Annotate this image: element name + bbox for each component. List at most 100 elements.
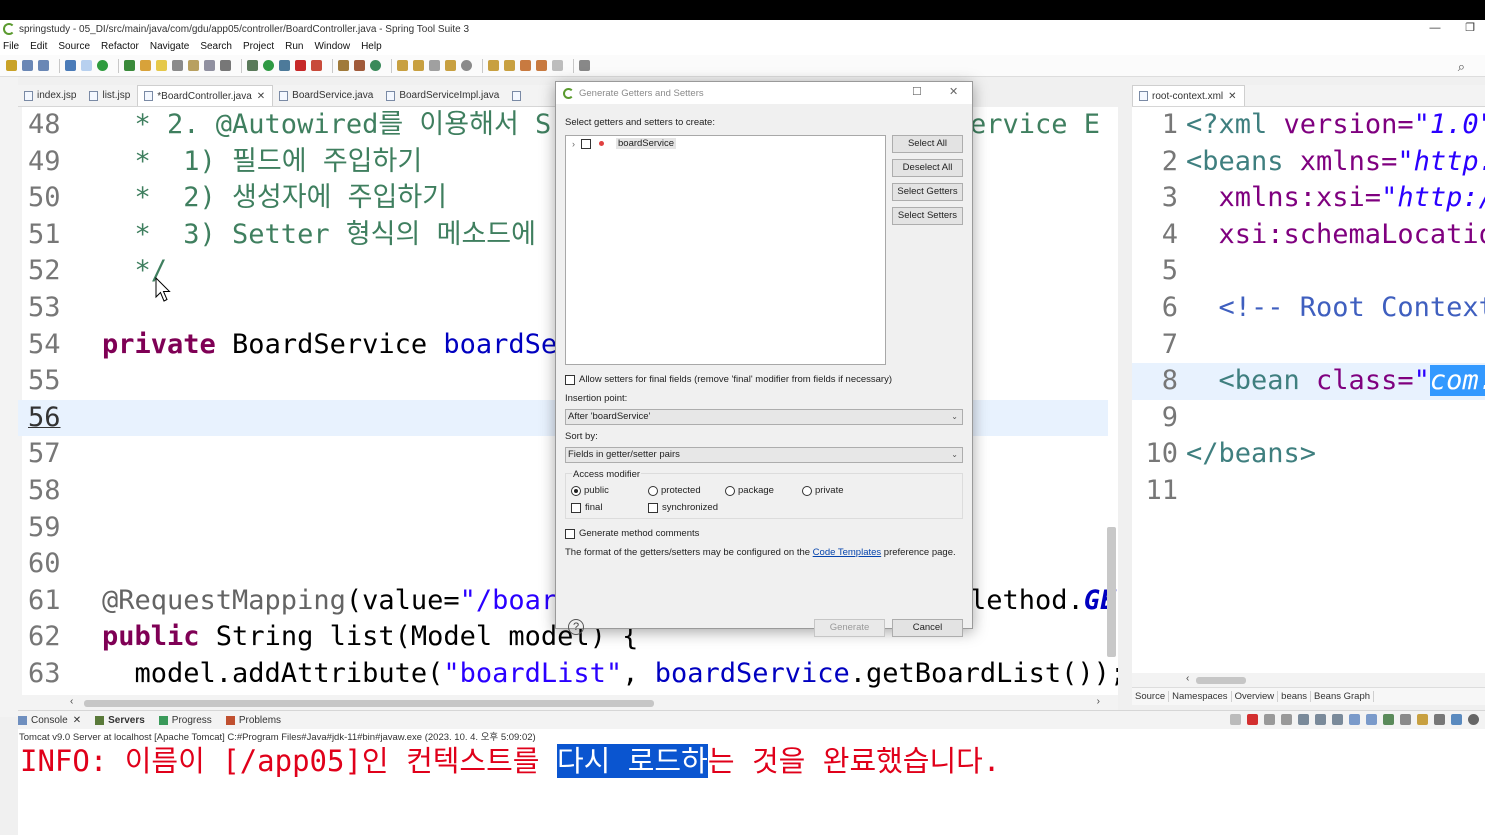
pin-icon[interactable] xyxy=(1230,714,1241,725)
back-icon[interactable] xyxy=(536,60,547,71)
pen-icon[interactable] xyxy=(429,60,440,71)
tab-board-service-impl[interactable]: BoardServiceImpl.java xyxy=(380,85,506,106)
final-option[interactable]: final xyxy=(571,502,602,513)
maximize-icon[interactable]: ☐ xyxy=(912,85,922,98)
radio-button[interactable] xyxy=(802,485,812,496)
tab-root-context-xml[interactable]: root-context.xml ✕ xyxy=(1132,85,1245,106)
synchronized-option[interactable]: synchronized xyxy=(648,502,718,513)
help-icon[interactable]: ? xyxy=(568,619,584,635)
spring-boot-icon[interactable] xyxy=(97,60,108,71)
generate-button[interactable]: Generate xyxy=(814,619,885,637)
new-class-icon[interactable] xyxy=(370,60,381,71)
cancel-button[interactable]: Cancel xyxy=(892,619,963,637)
scroll-right-icon[interactable]: › xyxy=(1097,696,1100,707)
remove-launch-icon[interactable] xyxy=(1264,714,1275,725)
debug-icon[interactable] xyxy=(247,60,258,71)
restore-button[interactable]: ❐ xyxy=(1455,20,1485,38)
radio-button[interactable] xyxy=(725,485,735,496)
scroll-left-icon[interactable]: ‹ xyxy=(70,696,73,707)
radio-button[interactable] xyxy=(571,485,581,496)
tab-overview[interactable]: Overview xyxy=(1232,691,1279,702)
menu-source[interactable]: Source xyxy=(58,41,90,52)
tab-beans[interactable]: beans xyxy=(1278,691,1312,702)
menu-help[interactable]: Help xyxy=(361,41,382,52)
pin-editor-icon[interactable] xyxy=(579,60,590,71)
allow-final-checkbox[interactable] xyxy=(565,374,575,385)
tab-console[interactable]: Console ✕ xyxy=(18,715,81,726)
tab-source[interactable]: Source xyxy=(1132,691,1170,702)
search-folder-icon[interactable] xyxy=(445,60,456,71)
tab-namespaces[interactable]: Namespaces xyxy=(1169,691,1232,702)
maximize-view-icon[interactable] xyxy=(1451,714,1462,725)
tree-item-board-service[interactable]: › boardService xyxy=(572,138,676,149)
xml-horizontal-scrollbar[interactable]: ‹ xyxy=(1132,673,1485,687)
fields-tree[interactable]: › boardService xyxy=(565,135,886,365)
select-getters-button[interactable]: Select Getters xyxy=(892,183,963,201)
final-checkbox[interactable] xyxy=(571,502,581,513)
coverage-icon[interactable] xyxy=(279,60,290,71)
close-icon[interactable]: ✕ xyxy=(949,85,958,98)
tab-board-service[interactable]: BoardService.java xyxy=(273,85,380,106)
generate-comments-option[interactable]: Generate method comments xyxy=(565,528,699,539)
last-edit-icon[interactable] xyxy=(520,60,531,71)
close-icon[interactable]: ✕ xyxy=(73,715,81,726)
generate-comments-checkbox[interactable] xyxy=(565,528,575,539)
class-icon[interactable] xyxy=(354,60,365,71)
menu-refactor[interactable]: Refactor xyxy=(101,41,139,52)
stop-icon[interactable] xyxy=(295,60,306,71)
forward-icon[interactable] xyxy=(552,60,563,71)
menu-navigate[interactable]: Navigate xyxy=(150,41,189,52)
remove-all-icon[interactable] xyxy=(1281,714,1292,725)
gear-icon[interactable] xyxy=(1468,714,1479,725)
highlight-icon[interactable] xyxy=(156,60,167,71)
minimize-view-icon[interactable] xyxy=(1434,714,1445,725)
tab-list-jsp[interactable]: list.jsp xyxy=(83,85,137,106)
word-wrap-icon[interactable] xyxy=(1332,714,1343,725)
link-icon[interactable] xyxy=(172,60,183,71)
radio-package[interactable]: package xyxy=(725,485,774,496)
menu-run[interactable]: Run xyxy=(285,41,303,52)
sort-by-select[interactable]: Fields in getter/setter pairs ⌄ xyxy=(565,447,963,463)
search-icon[interactable]: ⌕ xyxy=(1458,59,1465,75)
refresh-icon[interactable] xyxy=(124,60,135,71)
radio-protected[interactable]: protected xyxy=(648,485,701,496)
close-icon[interactable]: ✕ xyxy=(257,91,265,102)
scroll-thumb[interactable] xyxy=(1196,677,1246,684)
show-stdout-icon[interactable] xyxy=(1349,714,1360,725)
field-checkbox[interactable] xyxy=(581,138,591,149)
tab-overflow[interactable] xyxy=(506,85,532,106)
paragraph-icon[interactable] xyxy=(220,60,231,71)
run-icon[interactable] xyxy=(263,60,274,71)
radio-public[interactable]: public xyxy=(571,485,609,496)
allow-final-setters-option[interactable]: Allow setters for final fields (remove '… xyxy=(565,374,892,385)
close-icon[interactable]: ✕ xyxy=(1228,91,1236,102)
annotation-icon[interactable] xyxy=(188,60,199,71)
clear-console-icon[interactable] xyxy=(1298,714,1309,725)
terminal-icon[interactable] xyxy=(65,60,76,71)
tab-progress[interactable]: Progress xyxy=(158,715,212,726)
menu-project[interactable]: Project xyxy=(243,41,274,52)
insertion-point-select[interactable]: After 'boardService' ⌄ xyxy=(565,409,963,425)
menu-edit[interactable]: Edit xyxy=(30,41,47,52)
save-all-icon[interactable] xyxy=(38,60,49,71)
scroll-thumb[interactable] xyxy=(84,700,654,707)
package-icon[interactable] xyxy=(338,60,349,71)
display-console-icon[interactable] xyxy=(1400,714,1411,725)
select-setters-button[interactable]: Select Setters xyxy=(892,207,963,225)
show-stderr-icon[interactable] xyxy=(1366,714,1377,725)
terminate-icon[interactable] xyxy=(1247,714,1258,725)
minimize-button[interactable]: — xyxy=(1420,20,1450,38)
vertical-scrollbar[interactable] xyxy=(1107,527,1116,657)
console-output[interactable]: Tomcat v9.0 Server at localhost [Apache … xyxy=(18,729,1485,835)
tab-board-controller[interactable]: *BoardController.java ✕ xyxy=(137,85,274,106)
next-annotation-icon[interactable] xyxy=(488,60,499,71)
select-all-button[interactable]: Select All xyxy=(892,135,963,153)
toggle-icon[interactable] xyxy=(81,60,92,71)
scroll-lock-icon[interactable] xyxy=(1315,714,1326,725)
expand-icon[interactable]: › xyxy=(572,139,575,149)
save-icon[interactable] xyxy=(22,60,33,71)
synchronized-checkbox[interactable] xyxy=(648,502,658,513)
pin-console-icon[interactable] xyxy=(1383,714,1394,725)
code-templates-link[interactable]: Code Templates xyxy=(813,547,881,558)
xml-code-editor[interactable]: 1<?xml version="1.0" 2<beans xmlns="http… xyxy=(1132,107,1485,673)
